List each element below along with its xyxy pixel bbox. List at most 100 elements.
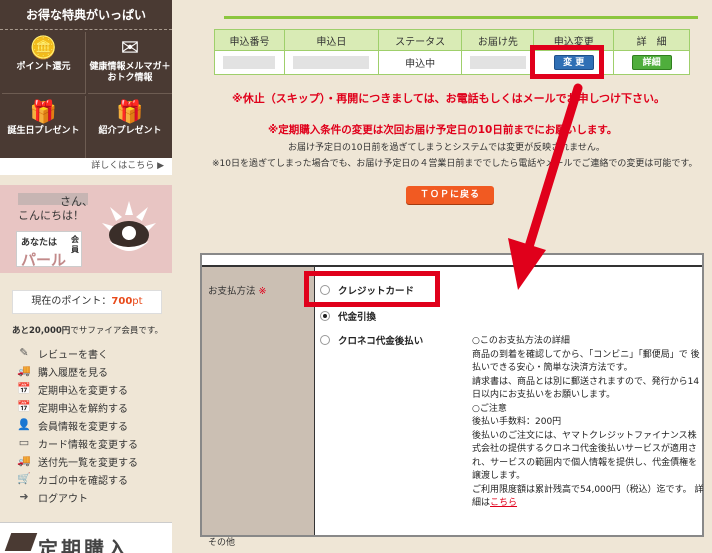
menu-item-change-subscription[interactable]: 📅 定期申込を変更する — [16, 380, 172, 398]
redacted-destination — [469, 56, 526, 69]
menu-item-logout[interactable]: ➜ ログアウト — [16, 488, 172, 506]
order-date-cell — [283, 50, 379, 75]
desc-line: 商品の到着を確認してから、「コンビニ」「郵便局」で 後払いできる安心・簡単な決済… — [472, 349, 700, 374]
points-unit: pt — [132, 296, 143, 307]
coins-icon: 🪙 — [29, 36, 58, 61]
column-header: ステータス — [377, 29, 463, 51]
payment-label: お支払方法 ※ — [208, 283, 267, 297]
desc-line: 請求書は、商品とは別に郵送されますので、発行から14日以内にお支払いをお願いしま… — [472, 376, 700, 401]
subscription-promo-banner[interactable]: 定期購入 — [0, 522, 172, 553]
menu-item-review[interactable]: ✎ レビューを書く — [16, 344, 172, 362]
menu-label: 会員情報を変更する — [38, 421, 128, 433]
back-to-top-button[interactable]: ＴＯＰに戻る — [406, 186, 494, 204]
menu-item-member-info[interactable]: 👤 会員情報を変更する — [16, 416, 172, 434]
order-number-cell — [214, 50, 285, 75]
payment-method-panel: お支払方法 ※ その他 クレジットカード 代金引換 クロネコ代金後払い ○このお… — [200, 253, 704, 548]
status-cell: 申込中 — [377, 50, 463, 75]
notice-phone: ※10日を過ぎてしまった場合でも、お届け予定日の４営業日前まででしたら電話やメー… — [212, 159, 698, 169]
calendar-cancel-icon: 📅 — [17, 400, 31, 413]
radio-button-selected[interactable] — [320, 311, 330, 321]
notice-system: お届け予定日の10日前を過ぎてしまうとシステムでは変更が反映されません。 — [288, 143, 605, 153]
menu-label: 購入履歴を見る — [38, 367, 108, 379]
promo-stripe-icon — [4, 533, 38, 551]
column-divider — [314, 267, 315, 535]
menu-item-cart[interactable]: 🛒 カゴの中を確認する — [16, 470, 172, 488]
desc-line-last: ご利用限度額は累計残高で54,000円（税込）迄です。 詳細はこちら — [472, 484, 704, 511]
option-label: クロネコ代金後払い — [338, 336, 424, 347]
option-label: 代金引換 — [338, 312, 377, 323]
promo-text: 定期購入 — [38, 537, 130, 553]
benefits-title: お得な特典がいっぱい — [0, 0, 172, 30]
notice-skip: ※休止（スキップ）・再開につきましては、お電話もしくはメールでお申しつけ下さい。 — [232, 92, 665, 105]
detail-button[interactable]: 詳細 — [631, 55, 672, 70]
rank-suffix: 会員 — [71, 235, 79, 254]
sapphire-amount: あと20,000円 — [12, 326, 71, 336]
column-header: 申込日 — [283, 29, 379, 51]
order-table: 申込番号 申込日 ステータス お届け先 申込変更 詳 細 申込中 変 更 詳細 — [214, 29, 690, 75]
menu-item-cancel-subscription[interactable]: 📅 定期申込を解約する — [16, 398, 172, 416]
logout-icon: ➜ — [19, 490, 29, 503]
menu-label: ログアウト — [38, 493, 88, 505]
column-header: 申込番号 — [214, 29, 285, 51]
desc-line: ○このお支払方法の詳細 — [472, 336, 570, 346]
other-label: その他 — [208, 538, 236, 548]
required-mark: ※ — [258, 286, 267, 297]
desc-line: ○ご注意 — [472, 403, 507, 414]
cart-icon: 🛒 — [17, 472, 31, 485]
card-icon: ▭ — [18, 436, 30, 449]
points-box: 現在のポイント：700pt — [12, 290, 162, 314]
section-divider — [224, 16, 698, 19]
payment-label-text: お支払方法 — [208, 286, 256, 297]
change-button-highlight — [530, 45, 604, 79]
benefit-point-return[interactable]: 🪙 ポイント還元 — [2, 32, 86, 94]
points-label: 現在のポイント： — [31, 296, 112, 307]
credit-card-highlight — [304, 271, 440, 307]
benefit-referral[interactable]: 🎁 紹介プレゼント — [88, 96, 172, 158]
desc-line: 後払いのご注文には、ヤマトクレジットファイナンス株式会社の提供するクロネコ代金後… — [472, 430, 698, 482]
column-header: お届け先 — [461, 29, 535, 51]
benefit-birthday[interactable]: 🎁 誕生日プレゼント — [2, 96, 86, 158]
user-icon: 👤 — [17, 418, 31, 431]
truck-list-icon: 🚚 — [17, 454, 31, 467]
rank-prefix: あなたは — [21, 238, 58, 248]
gift-icon: 🎁 — [29, 100, 58, 125]
menu-item-addresses[interactable]: 🚚 送付先一覧を変更する — [16, 452, 172, 470]
truck-icon: 🚚 — [17, 364, 31, 377]
points-value: 700 — [111, 296, 133, 307]
payment-option-cash-on-delivery[interactable]: 代金引換 — [320, 309, 376, 323]
benefit-newsletter[interactable]: ✉ 健康情報メルマガ＋おトク情報 — [88, 32, 172, 94]
desc-line: 後払い手数料：200円 — [472, 417, 562, 427]
menu-item-history[interactable]: 🚚 購入履歴を見る — [16, 362, 172, 380]
main-content: 申込番号 申込日 ステータス お届け先 申込変更 詳 細 申込中 変 更 詳細 … — [172, 0, 712, 553]
payment-option-kuroneko[interactable]: クロネコ代金後払い — [320, 333, 423, 347]
present-icon: 🎁 — [116, 100, 144, 125]
details-link[interactable]: こちら — [490, 498, 517, 508]
benefit-label: 紹介プレゼント — [98, 126, 162, 136]
member-card: さん、 こんにちは！ あなたは パール 会員 — [0, 185, 172, 273]
sapphire-text: でサファイア会員です。 — [70, 326, 163, 336]
menu-label: 送付先一覧を変更する — [38, 457, 138, 469]
rank-name: パール — [21, 251, 67, 269]
benefits-more-link[interactable]: 詳しくはこちら ▶ — [0, 158, 172, 175]
pencil-icon: ✎ — [19, 346, 29, 359]
greeting-text: こんにちは！ — [18, 209, 84, 222]
destination-cell — [461, 50, 535, 75]
redacted-order-date — [293, 56, 370, 69]
menu-label: 定期申込を解約する — [38, 403, 128, 415]
column-header: 詳 細 — [613, 29, 690, 51]
member-rank-box: あなたは パール 会員 — [16, 231, 82, 269]
menu-label: 定期申込を変更する — [38, 385, 128, 397]
benefits-panel: お得な特典がいっぱい 🪙 ポイント還元 ✉ 健康情報メルマガ＋おトク情報 🎁 誕… — [0, 0, 172, 175]
table-header-row: 申込番号 申込日 ステータス お届け先 申込変更 詳 細 — [214, 29, 690, 51]
menu-item-card-info[interactable]: ▭ カード情報を変更する — [16, 434, 172, 452]
detail-cell: 詳細 — [613, 50, 690, 75]
calendar-icon: 📅 — [17, 382, 31, 395]
account-menu: ✎ レビューを書く 🚚 購入履歴を見る 📅 定期申込を変更する 📅 定期申込を解約する … — [16, 344, 172, 506]
mail-icon: ✉ — [120, 36, 140, 61]
payment-description: ○このお支払方法の詳細 商品の到着を確認してから、「コンビニ」「郵便局」で 後払… — [472, 335, 704, 511]
notice-deadline: ※定期購入条件の変更は次回お届け予定日の10日前までにお願いします。 — [268, 124, 618, 136]
menu-label: カゴの中を確認する — [38, 475, 128, 487]
menu-label: レビューを書く — [38, 349, 108, 361]
table-row: 申込中 変 更 詳細 — [214, 50, 690, 75]
radio-button[interactable] — [320, 335, 330, 345]
